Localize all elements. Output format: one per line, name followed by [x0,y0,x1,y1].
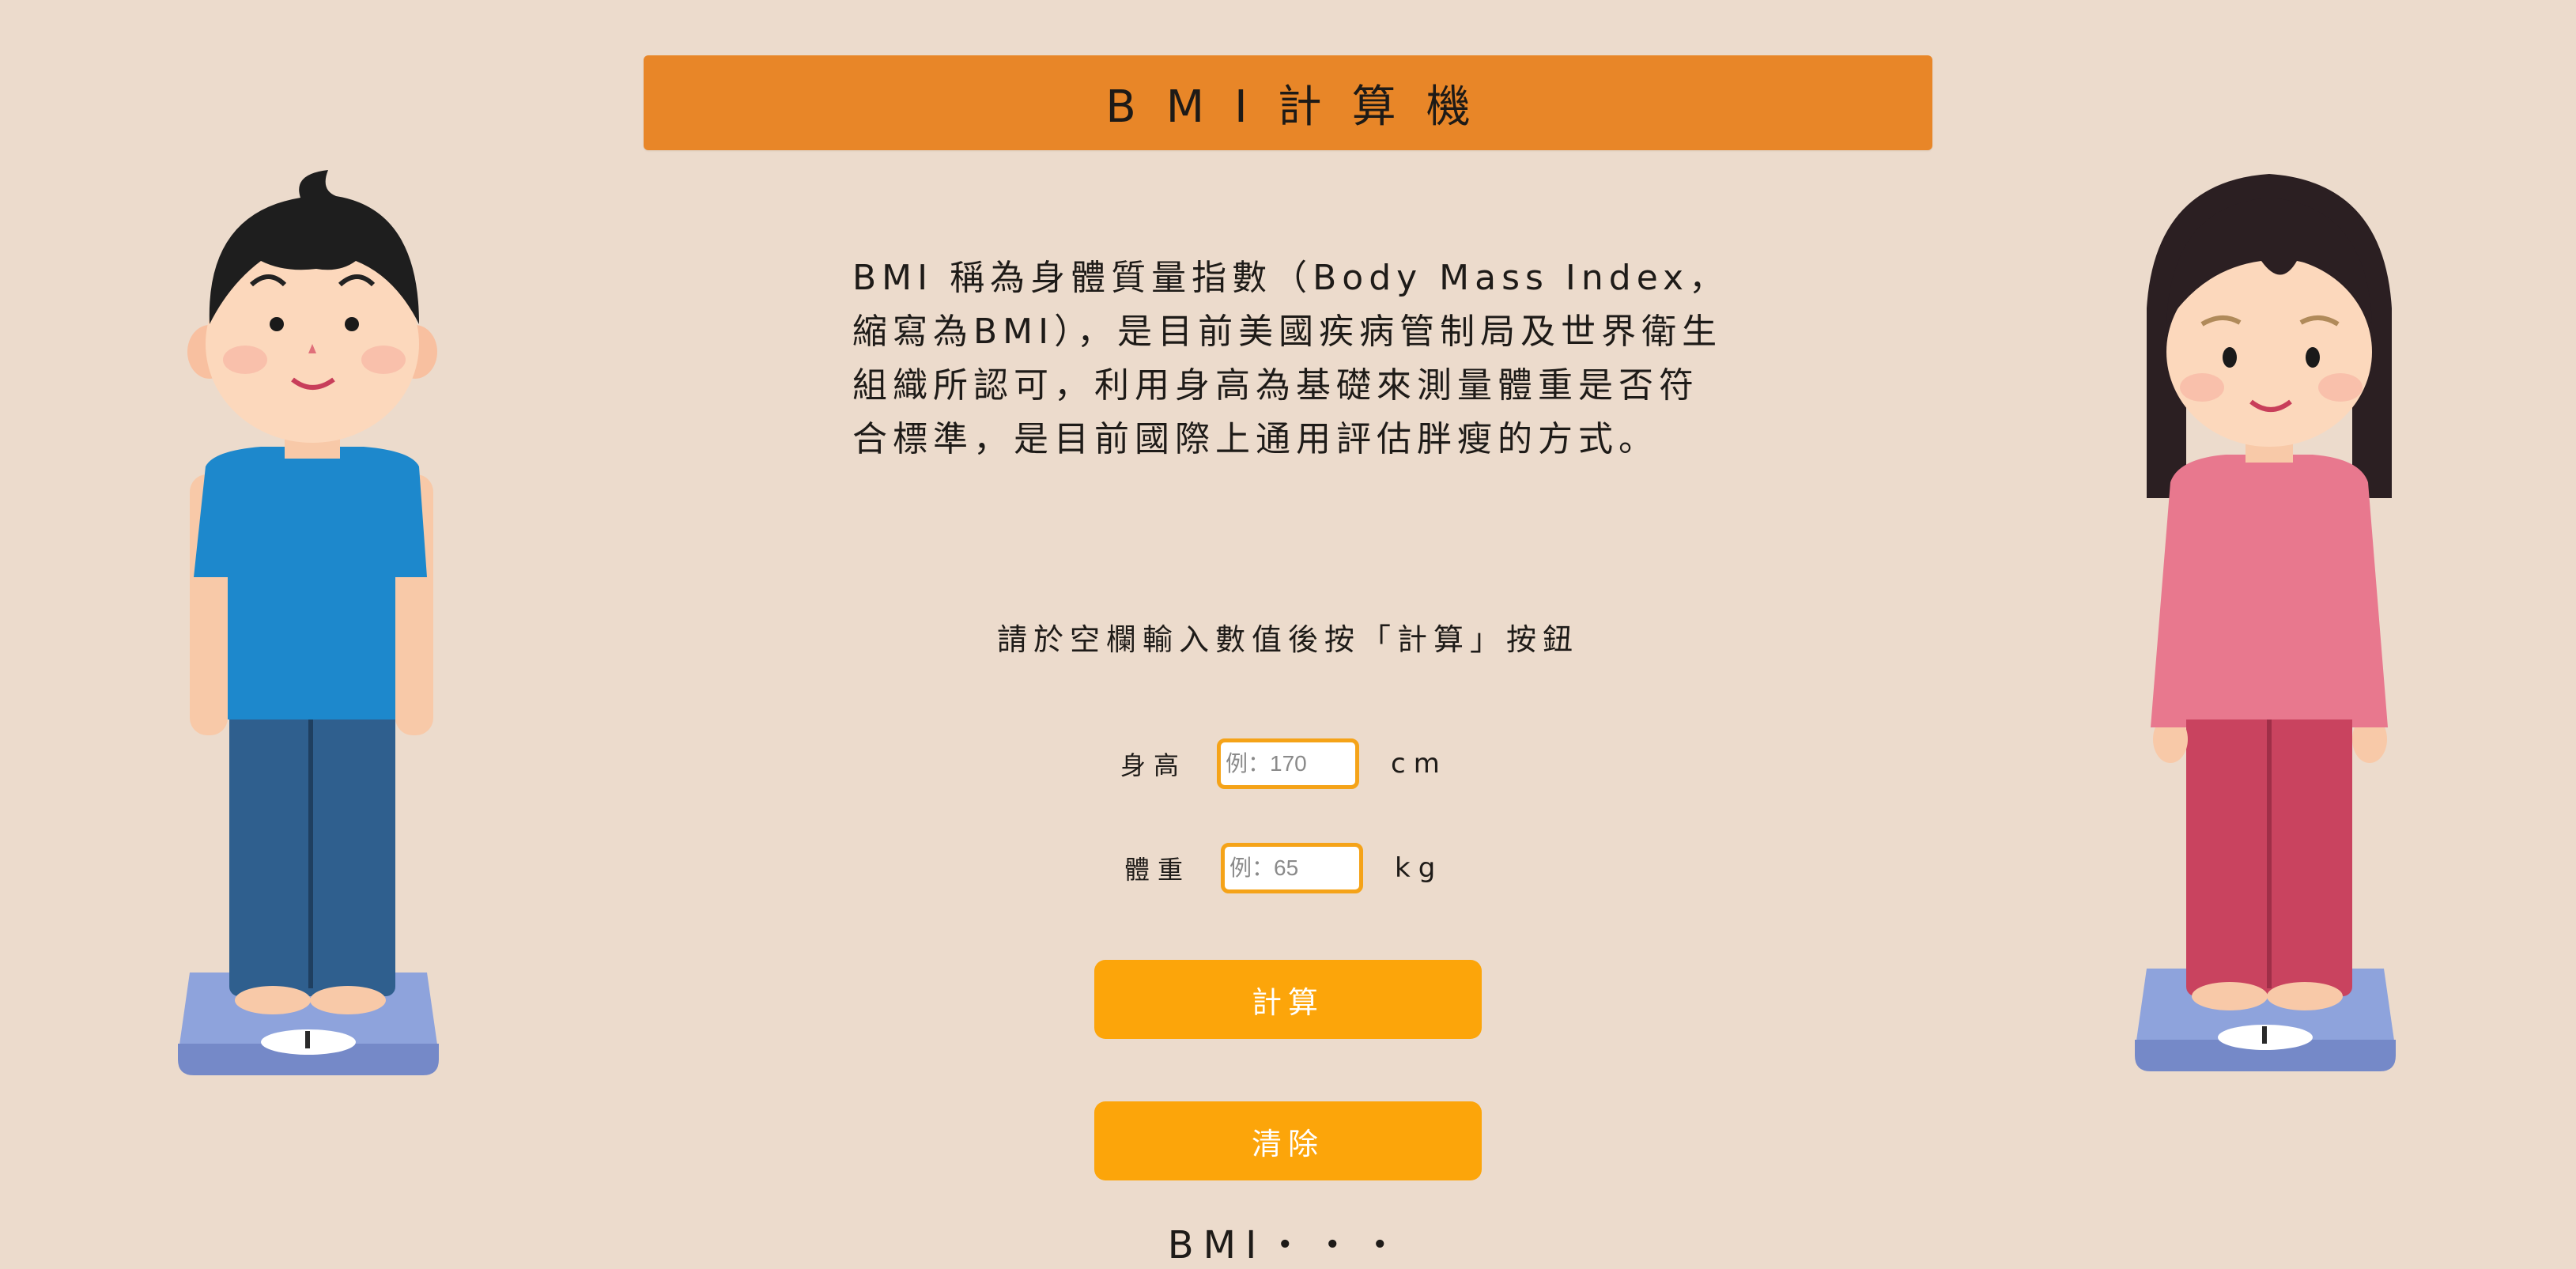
height-label: 身高 [1120,750,1188,780]
clear-button[interactable]: 清除 [1094,1101,1482,1180]
weight-row: 體重 kg [1124,837,1443,900]
bmi-result: BMI・・・ [1167,1223,1409,1267]
page-title: BMI計算機 [1105,81,1501,133]
intro-paragraph: BMI 稱為身體質量指數（Body Mass Index，縮寫為BMI），是目前… [852,258,1730,459]
height-unit: cm [1391,748,1448,780]
calculate-button[interactable]: 計算 [1094,960,1482,1039]
weight-label: 體重 [1124,855,1192,885]
height-input[interactable] [1217,738,1359,789]
instruction-text: 請於空欄輸入數值後按「計算」按鈕 [996,622,1579,657]
weight-unit: kg [1395,852,1444,884]
title-bar: BMI計算機 [644,55,1932,150]
weight-input[interactable] [1221,843,1363,893]
height-row: 身高 cm [1120,732,1448,795]
